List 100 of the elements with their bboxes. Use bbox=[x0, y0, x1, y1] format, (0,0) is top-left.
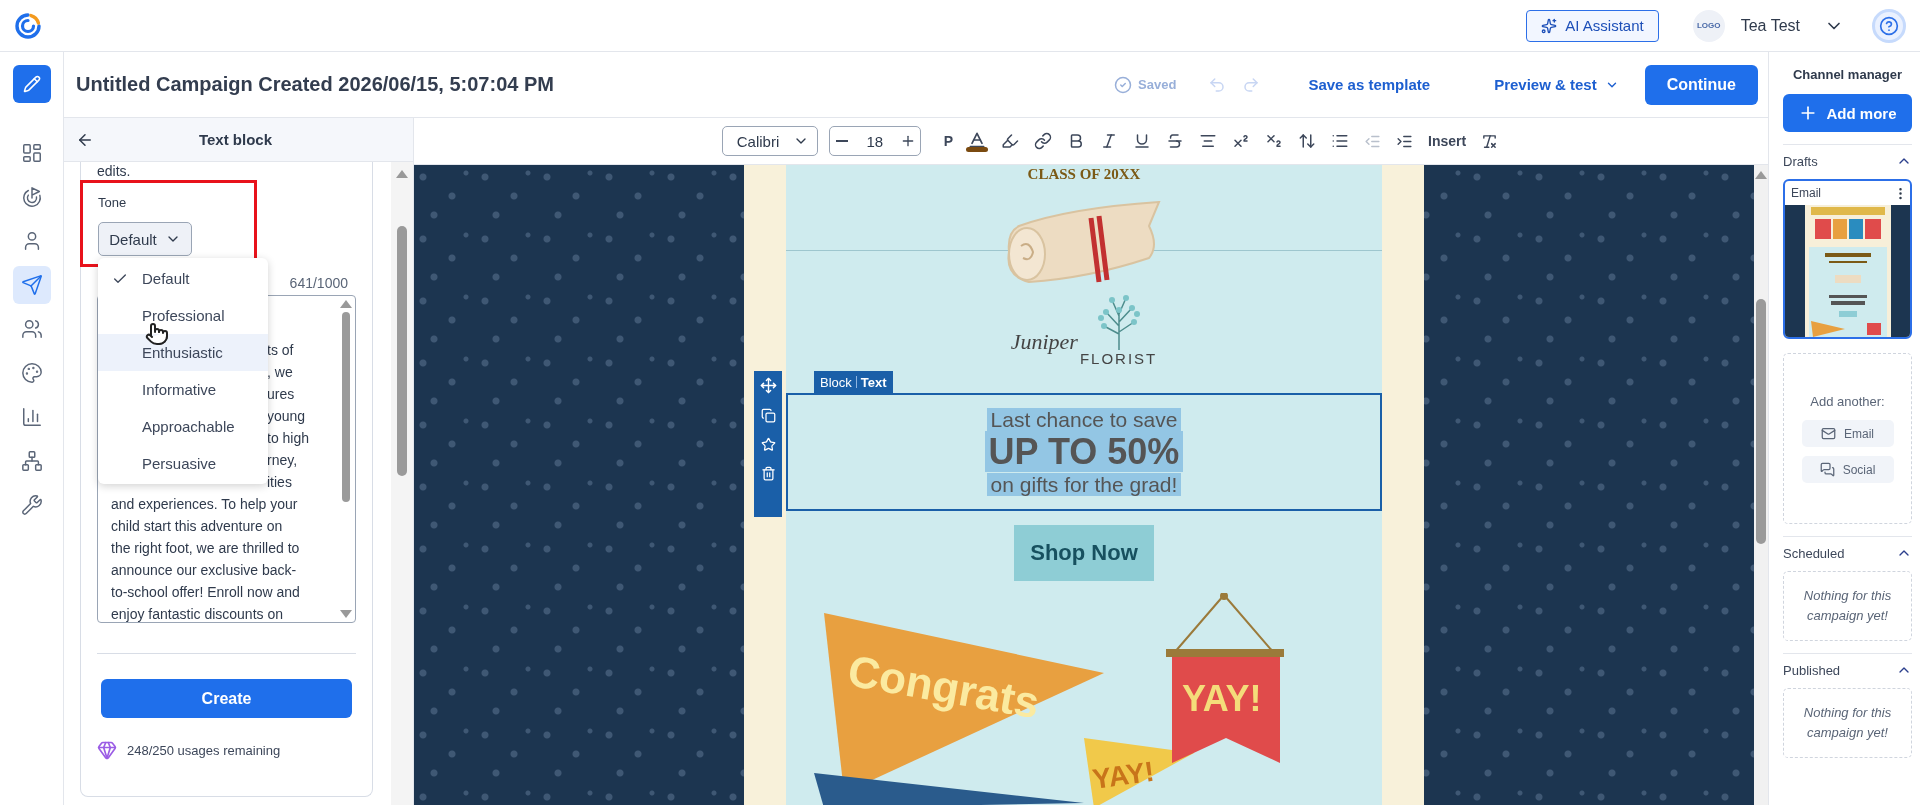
link-icon bbox=[1034, 132, 1053, 150]
add-another-label: Add another: bbox=[1810, 394, 1885, 409]
send-icon bbox=[20, 274, 43, 296]
scrollbar-thumb[interactable] bbox=[1756, 299, 1766, 544]
tone-option[interactable]: Persuasive bbox=[98, 445, 268, 482]
tree-logo-icon bbox=[1095, 292, 1142, 350]
strikethrough-icon bbox=[1166, 132, 1185, 150]
empty-message: Nothing for this campaign yet! bbox=[1802, 587, 1893, 625]
hierarchy-icon bbox=[20, 450, 43, 472]
preview-test-button[interactable]: Preview & test bbox=[1488, 75, 1625, 94]
character-counter: 641/1000 bbox=[289, 275, 348, 291]
create-button[interactable]: Create bbox=[101, 679, 352, 718]
color-swatch bbox=[966, 147, 989, 152]
pennants-drawing: Congrats YAY! YAY! bbox=[784, 593, 1384, 805]
font-select[interactable]: Calibri bbox=[721, 126, 818, 156]
redo-icon bbox=[1242, 75, 1261, 94]
text-block[interactable]: Last chance to save UP TO 50% on gifts for the grad! bbox=[786, 393, 1382, 511]
undo-icon bbox=[1208, 75, 1227, 94]
line-height-icon bbox=[1298, 132, 1317, 150]
hand-cursor-icon bbox=[145, 322, 169, 346]
continue-button[interactable]: Continue bbox=[1644, 64, 1758, 105]
align-center-icon bbox=[1199, 132, 1218, 150]
underline-icon bbox=[1133, 132, 1152, 150]
section-title: Drafts bbox=[1783, 153, 1818, 169]
delete-icon[interactable] bbox=[760, 466, 776, 481]
campaign-title: Untitled Campaign Created 2026/06/15, 5:07:04 PM bbox=[76, 73, 554, 96]
section-title: Published bbox=[1783, 662, 1841, 678]
text-line: to high bbox=[267, 429, 310, 448]
dashboard-icon bbox=[20, 142, 43, 164]
people-icon bbox=[20, 318, 43, 340]
wrench-icon bbox=[20, 494, 43, 516]
text-line: young bbox=[267, 407, 306, 426]
usage-text: 248/250 usages remaining bbox=[127, 742, 281, 758]
scroll-down-arrow[interactable] bbox=[340, 610, 352, 618]
copy-icon[interactable] bbox=[760, 408, 776, 423]
help-icon bbox=[1879, 15, 1899, 36]
font-size-value: 18 bbox=[866, 132, 884, 150]
help-button[interactable] bbox=[1872, 8, 1906, 43]
text-line: enjoy fantastic discounts on bbox=[111, 605, 283, 622]
move-icon[interactable] bbox=[759, 377, 777, 394]
tone-dropdown[interactable]: Default bbox=[98, 222, 192, 256]
tone-option[interactable]: Approachable bbox=[98, 408, 268, 445]
chat-icon bbox=[1819, 462, 1835, 477]
target-icon bbox=[20, 186, 43, 208]
palette-icon bbox=[20, 362, 43, 384]
email-draft-card[interactable]: Email bbox=[1783, 179, 1912, 339]
logo-caps-text: FLORIST bbox=[1079, 350, 1158, 367]
text-line: the right foot, we are thrilled to bbox=[111, 539, 300, 558]
tone-option[interactable]: Default bbox=[98, 260, 268, 297]
add-more-button[interactable]: Add more bbox=[1783, 94, 1912, 132]
text-line: ures bbox=[267, 385, 295, 404]
insert-button[interactable]: Insert bbox=[1426, 131, 1469, 151]
sparkle-icon bbox=[1541, 17, 1558, 34]
tone-option[interactable]: Enthusiastic bbox=[98, 334, 268, 371]
account-logo: LOGO bbox=[1692, 9, 1725, 42]
panel-title: Text block bbox=[197, 131, 274, 148]
list-icon bbox=[1331, 132, 1350, 150]
gem-icon bbox=[97, 740, 117, 760]
compose-button[interactable] bbox=[12, 65, 51, 103]
tone-option[interactable]: Informative bbox=[98, 371, 268, 408]
saved-status: Saved bbox=[1108, 74, 1183, 95]
clear-format-icon bbox=[1481, 132, 1499, 150]
nav-item[interactable] bbox=[12, 266, 51, 304]
add-channel-button[interactable]: Email bbox=[1801, 420, 1894, 447]
save-as-template-link[interactable]: Save as template bbox=[1302, 75, 1437, 94]
scrollbar-thumb[interactable] bbox=[397, 226, 407, 476]
add-channel-button[interactable]: Social bbox=[1801, 456, 1894, 483]
headline-text: on gifts for the grad! bbox=[986, 473, 1182, 496]
superscript-icon bbox=[1232, 132, 1251, 150]
text-line: ts of bbox=[267, 341, 294, 360]
intro-text: edits. bbox=[97, 164, 132, 178]
subscript-icon bbox=[1265, 132, 1284, 150]
scrollbar-thumb[interactable] bbox=[342, 312, 350, 502]
text-line: and experiences. To help your bbox=[111, 495, 298, 514]
text-line: announce our exclusive back- bbox=[111, 561, 297, 580]
check-circle-icon bbox=[1114, 75, 1133, 94]
account-name: Tea Test bbox=[1740, 16, 1800, 35]
text-line: child start this adventure on bbox=[111, 517, 283, 536]
class-line: CLASS OF 20XX bbox=[1027, 165, 1141, 183]
channel-manager-title: Channel manager bbox=[1791, 67, 1904, 82]
pencil-icon bbox=[22, 75, 41, 93]
chart-icon bbox=[20, 406, 43, 428]
section-title: Scheduled bbox=[1783, 545, 1845, 561]
ai-assistant-button[interactable]: AI Assistant bbox=[1526, 9, 1659, 42]
empty-message: Nothing for this campaign yet! bbox=[1802, 704, 1893, 742]
block-tag: Block Text bbox=[814, 371, 893, 393]
headline-text: Last chance to save bbox=[986, 408, 1182, 431]
paragraph-button[interactable]: P bbox=[941, 131, 956, 151]
brand-logo[interactable] bbox=[14, 11, 42, 40]
headline-text: UP TO 50% bbox=[984, 431, 1184, 472]
font-size-stepper[interactable]: 18 bbox=[828, 126, 921, 156]
star-icon[interactable] bbox=[760, 437, 776, 452]
tone-option[interactable]: Professional bbox=[98, 297, 268, 334]
draft-label: Email bbox=[1791, 186, 1821, 200]
shop-now-button[interactable]: Shop Now bbox=[1014, 525, 1154, 581]
logo-script-text: Juniper bbox=[1010, 329, 1078, 355]
text-color-button[interactable] bbox=[966, 130, 989, 152]
text-area[interactable] bbox=[97, 295, 356, 623]
highlighter-icon bbox=[1001, 132, 1020, 150]
minus-icon bbox=[835, 140, 848, 142]
